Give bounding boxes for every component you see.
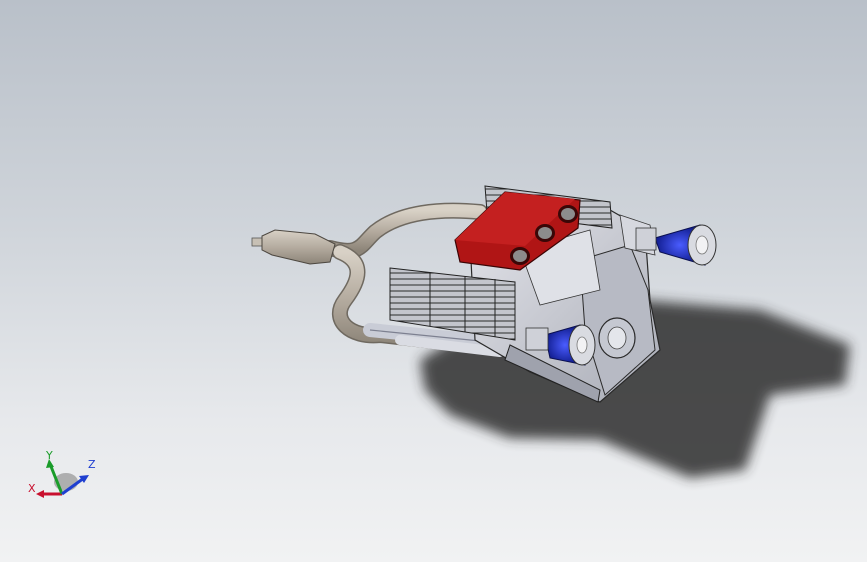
- x-axis-arrow: [36, 490, 44, 498]
- cad-viewport[interactable]: X Y Z: [0, 0, 867, 562]
- muffler[interactable]: [251, 229, 336, 265]
- x-axis-label: X: [28, 482, 36, 495]
- model-scene[interactable]: [0, 0, 867, 562]
- pulley[interactable]: [598, 317, 636, 359]
- z-axis-label: Z: [88, 458, 96, 471]
- coordinate-triad: X Y Z: [28, 449, 96, 498]
- air-filter-top[interactable]: [635, 224, 717, 266]
- y-axis-label: Y: [45, 449, 53, 462]
